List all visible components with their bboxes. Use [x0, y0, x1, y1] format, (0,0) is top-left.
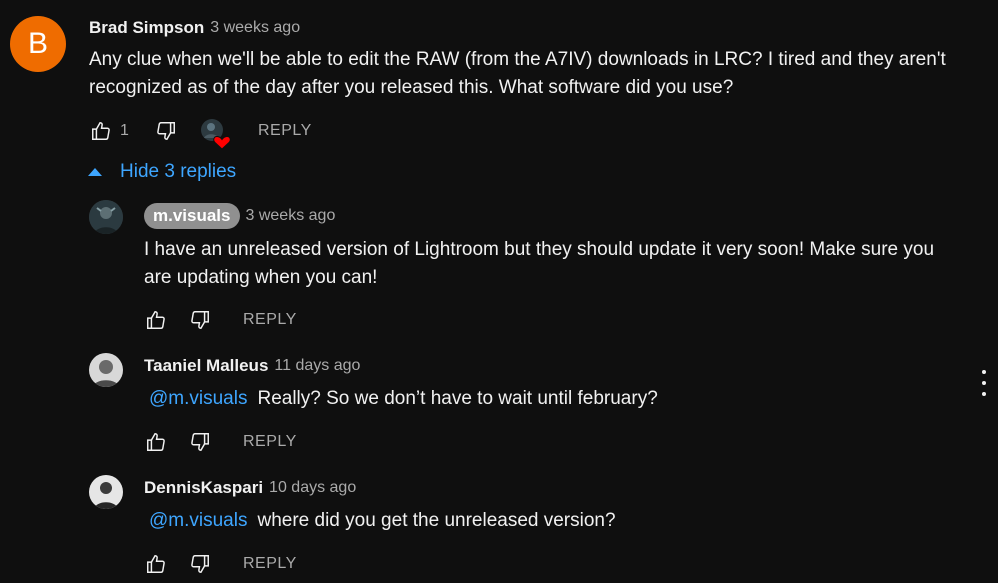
mention-link[interactable]: @m.visuals [149, 388, 247, 409]
reply-author[interactable]: DennisKaspari [144, 478, 263, 498]
like-button[interactable] [143, 551, 169, 577]
avatar-image [89, 200, 123, 234]
reply-text-body: Really? So we don’t have to wait until f… [257, 388, 658, 409]
thumbs-up-icon [147, 433, 165, 451]
reply-time[interactable]: 10 days ago [269, 479, 356, 497]
hide-replies-toggle[interactable]: Hide 3 replies [86, 161, 236, 183]
more-options-button[interactable] [976, 370, 992, 396]
caret-up-icon [88, 168, 102, 176]
reply-author[interactable]: Taaniel Malleus [144, 356, 268, 376]
comment-text: Any clue when we'll be able to edit the … [89, 46, 979, 102]
comment-author[interactable]: Brad Simpson [89, 18, 204, 38]
more-vert-icon [982, 370, 986, 374]
reply-button[interactable]: REPLY [258, 122, 312, 140]
avatar-letter: B [27, 27, 48, 60]
mention-link[interactable]: @m.visuals [149, 510, 247, 531]
avatar[interactable] [89, 475, 123, 509]
like-count: 1 [120, 122, 129, 139]
reply-text-line-1: I have an unreleased version of Lightroo… [144, 239, 935, 260]
like-button[interactable] [143, 307, 169, 333]
creator-author-badge[interactable]: m.visuals [144, 203, 240, 229]
reply-text: @m.visuals Really? So we don’t have to wa… [149, 385, 969, 413]
reply-text: @m.visuals where did you get the unreleas… [149, 507, 969, 535]
dislike-button[interactable] [187, 551, 213, 577]
reply-text-line-2: are updating when you can! [144, 267, 378, 288]
comment-text-line-1: Any clue when we'll be able to edit the … [89, 49, 946, 70]
more-vert-icon [982, 381, 986, 385]
dislike-button[interactable] [187, 307, 213, 333]
more-vert-icon [982, 392, 986, 396]
thumbs-down-icon [191, 555, 209, 573]
dislike-button[interactable] [153, 118, 179, 144]
avatar-image [89, 353, 123, 387]
reply-button[interactable]: REPLY [243, 555, 297, 573]
comment-text-line-2: recognized as of the day after you relea… [89, 77, 734, 98]
creator-heart[interactable] [200, 118, 232, 150]
reply-time[interactable]: 11 days ago [274, 357, 360, 375]
avatar[interactable]: B [10, 16, 66, 72]
thumbs-down-icon [157, 122, 175, 140]
like-button[interactable] [143, 429, 169, 455]
avatar[interactable] [89, 200, 123, 234]
avatar-image [89, 475, 123, 509]
thumbs-up-icon [147, 555, 165, 573]
reply-text-body: where did you get the unreleased version… [257, 510, 616, 531]
reply-button[interactable]: REPLY [243, 433, 297, 451]
creator-avatar-heart-icon [201, 119, 231, 150]
thumbs-up-icon [92, 122, 110, 140]
thumbs-up-icon [147, 311, 165, 329]
reply-button[interactable]: REPLY [243, 311, 297, 329]
reply-text: I have an unreleased version of Lightroo… [144, 236, 984, 292]
reply-time[interactable]: 3 weeks ago [246, 207, 336, 225]
thumbs-down-icon [191, 311, 209, 329]
dislike-button[interactable] [187, 429, 213, 455]
comment-time[interactable]: 3 weeks ago [210, 19, 300, 37]
like-button[interactable] [88, 118, 114, 144]
hide-replies-label: Hide 3 replies [120, 161, 237, 182]
thumbs-down-icon [191, 433, 209, 451]
avatar[interactable] [89, 353, 123, 387]
